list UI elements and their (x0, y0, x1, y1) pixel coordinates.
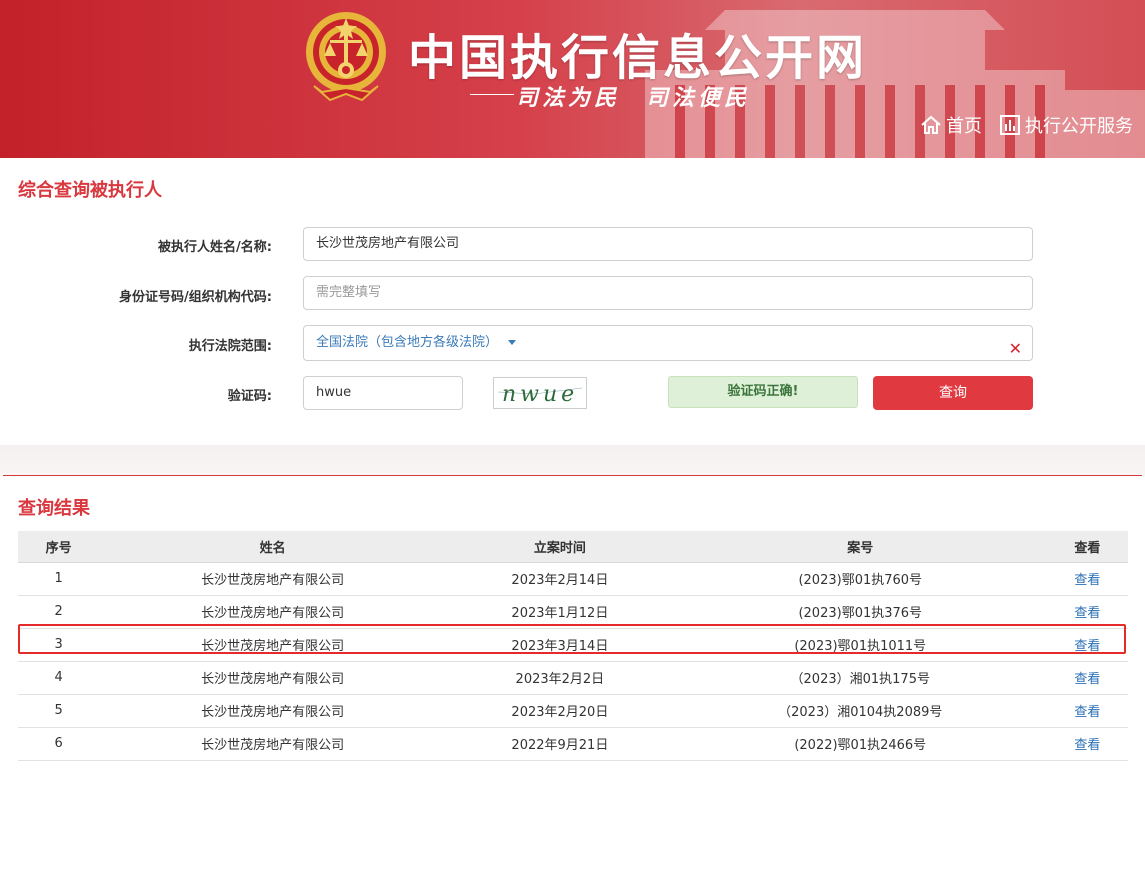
captcha-text: nwue (502, 382, 578, 407)
query-button[interactable]: 查询 (873, 376, 1033, 410)
court-select-value: 全国法院（包含地方各级法院） (316, 335, 499, 350)
court-emblem-icon (306, 12, 386, 102)
results-title: 查询结果 (18, 498, 90, 519)
nav-home-link[interactable]: 首页 (920, 112, 982, 138)
row-name: 长沙世茂房地产有限公司 (99, 727, 446, 761)
row-no: 1 (18, 562, 100, 596)
captcha-label: 验证码: (227, 389, 272, 404)
home-icon (921, 115, 941, 134)
row-name: 长沙世茂房地产有限公司 (99, 628, 446, 662)
name-label: 被执行人姓名/名称: (158, 240, 272, 255)
col-header-no: 序号 (18, 531, 100, 563)
row-date: 2023年1月12日 (445, 595, 674, 629)
results-header-row: 序号 姓名 立案时间 案号 查看 (18, 531, 1128, 563)
row-case: （2023）湘0104执2089号 (673, 694, 1047, 728)
row-name: 长沙世茂房地产有限公司 (99, 562, 446, 596)
view-link[interactable]: 查看 (1074, 639, 1100, 654)
court-select[interactable]: 全国法院（包含地方各级法院） ✕ (303, 325, 1033, 361)
section-divider-line (3, 475, 1142, 476)
col-header-view: 查看 (1046, 531, 1128, 563)
bar-chart-icon (1000, 115, 1020, 135)
row-date: 2023年3月14日 (445, 628, 674, 662)
row-no: 6 (18, 727, 100, 761)
col-header-date: 立案时间 (445, 531, 674, 563)
table-row: 1 长沙世茂房地产有限公司 2023年2月14日 (2023)鄂01执760号 … (18, 562, 1128, 596)
row-name: 长沙世茂房地产有限公司 (99, 661, 446, 695)
row-name: 长沙世茂房地产有限公司 (99, 694, 446, 728)
view-link[interactable]: 查看 (1074, 606, 1100, 621)
view-link[interactable]: 查看 (1074, 573, 1100, 588)
col-header-case: 案号 (673, 531, 1047, 563)
nav-home-label: 首页 (946, 116, 982, 137)
nav-service-link[interactable]: 执行公开服务 (999, 112, 1133, 138)
view-link[interactable]: 查看 (1074, 672, 1100, 687)
row-no: 5 (18, 694, 100, 728)
court-label: 执行法院范围: (188, 339, 272, 354)
table-row: 5 长沙世茂房地产有限公司 2023年2月20日 （2023）湘0104执208… (18, 694, 1128, 728)
search-panel-title: 综合查询被执行人 (18, 180, 162, 201)
section-divider-band (0, 445, 1145, 475)
id-input[interactable]: 需完整填写 (303, 276, 1033, 310)
name-input[interactable]: 长沙世茂房地产有限公司 (303, 227, 1033, 261)
row-date: 2023年2月14日 (445, 562, 674, 596)
clear-icon[interactable]: ✕ (1009, 332, 1022, 366)
table-row: 3 长沙世茂房地产有限公司 2023年3月14日 (2023)鄂01执1011号… (18, 628, 1128, 662)
row-case: (2023)鄂01执376号 (673, 595, 1047, 629)
row-case: (2023)鄂01执1011号 (673, 628, 1047, 662)
table-row: 2 长沙世茂房地产有限公司 2023年1月12日 (2023)鄂01执376号 … (18, 595, 1128, 629)
row-case: (2022)鄂01执2466号 (673, 727, 1047, 761)
row-case: （2023）湘01执175号 (673, 661, 1047, 695)
table-row: 4 长沙世茂房地产有限公司 2023年2月2日 （2023）湘01执175号 查… (18, 661, 1128, 695)
row-no: 4 (18, 661, 100, 695)
id-label: 身份证号码/组织机构代码: (119, 290, 272, 305)
row-date: 2023年2月2日 (445, 661, 674, 695)
row-name: 长沙世茂房地产有限公司 (99, 595, 446, 629)
view-link[interactable]: 查看 (1074, 738, 1100, 753)
site-slogan: 司法为民 司法便民 (516, 85, 751, 111)
captcha-input[interactable]: hwue (303, 376, 463, 410)
captcha-ok-message: 验证码正确! (668, 376, 858, 408)
view-link[interactable]: 查看 (1074, 705, 1100, 720)
site-header: 中国执行信息公开网 司法为民 司法便民 首页 执行公开服务 (0, 0, 1145, 158)
results-table: 序号 姓名 立案时间 案号 查看 1 长沙世茂房地产有限公司 2023年2月14… (18, 531, 1128, 761)
row-no: 3 (18, 628, 100, 662)
slogan-divider (470, 94, 514, 95)
captcha-drawing: nwue (497, 382, 583, 407)
row-date: 2022年9月21日 (445, 727, 674, 761)
row-case: (2023)鄂01执760号 (673, 562, 1047, 596)
captcha-image[interactable]: nwue (493, 377, 587, 409)
site-title: 中国执行信息公开网 (408, 30, 868, 86)
nav-service-label: 执行公开服务 (1025, 116, 1133, 137)
row-date: 2023年2月20日 (445, 694, 674, 728)
row-no: 2 (18, 595, 100, 629)
chevron-down-icon (508, 340, 517, 345)
table-row: 6 长沙世茂房地产有限公司 2022年9月21日 (2022)鄂01执2466号… (18, 727, 1128, 761)
col-header-name: 姓名 (99, 531, 446, 563)
